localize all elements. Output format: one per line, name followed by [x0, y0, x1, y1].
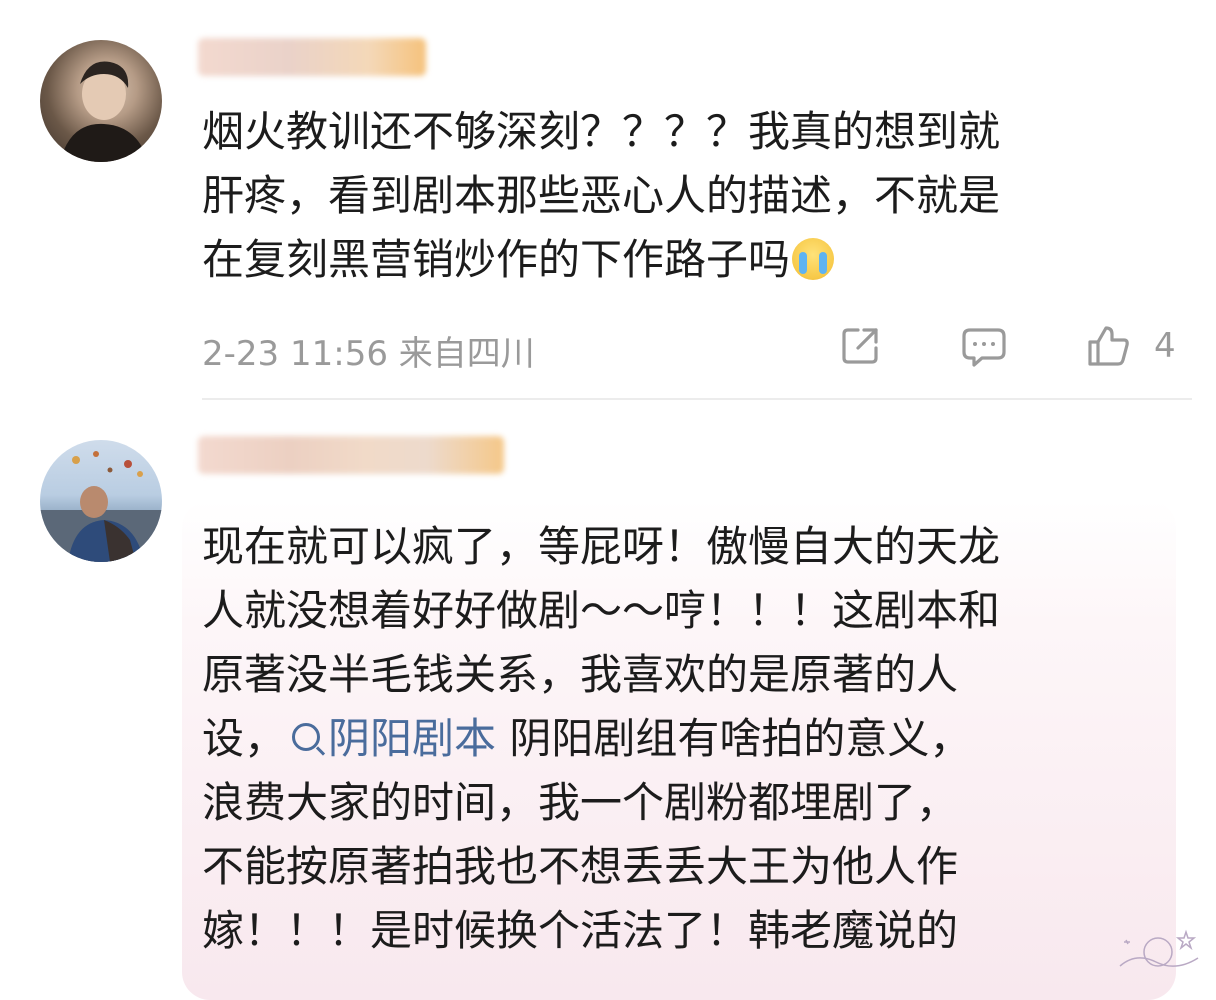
- search-link-label: 阴阳剧本: [328, 714, 497, 763]
- doodle-sticker-icon: [1119, 929, 1199, 967]
- comment-line: 嫁！！！是时候换个活法了！韩老魔说的: [202, 906, 959, 955]
- comment-line: 肝疼，看到剧本那些恶心人的描述，不就是: [202, 171, 1001, 220]
- username-blurred[interactable]: [198, 436, 504, 474]
- comment-line: 人就没想着好好做剧～～哼！！！这剧本和: [202, 586, 1001, 635]
- comment-meta-row: 2-23 11:56 来自四川 4: [202, 318, 1182, 374]
- crying-face-icon: [792, 238, 835, 280]
- comment-line: 在复刻黑营销炒作的下作路子吗: [202, 235, 791, 284]
- comment-body: 现在就可以疯了，等屁呀！傲慢自大的天龙 人就没想着好好做剧～～哼！！！这剧本和 …: [202, 515, 1152, 963]
- search-icon: [292, 723, 321, 751]
- comment-body: 烟火教训还不够深刻？？？？我真的想到就 肝疼，看到剧本那些恶心人的描述，不就是 …: [202, 100, 1152, 292]
- timestamp: 2-23 11:56: [202, 334, 388, 374]
- search-topic-link[interactable]: 阴阳剧本: [286, 714, 496, 763]
- avatar[interactable]: [40, 440, 162, 562]
- comment-icon[interactable]: [960, 322, 1008, 370]
- comment-line: 阴阳剧组有啥拍的意义，: [509, 714, 972, 763]
- username-blurred[interactable]: [198, 38, 426, 76]
- location: 来自四川: [398, 334, 535, 374]
- comment-line: 现在就可以疯了，等屁呀！傲慢自大的天龙: [202, 522, 1001, 571]
- comment-line: 原著没半毛钱关系，我喜欢的是原著的人: [202, 650, 959, 699]
- comment-line: 浪费大家的时间，我一个剧粉都埋剧了，: [202, 778, 959, 827]
- comment-line: 不能按原著拍我也不想丢丢大王为他人作: [202, 842, 959, 891]
- like-icon[interactable]: [1084, 322, 1132, 370]
- comment-line: 烟火教训还不够深刻？？？？我真的想到就: [202, 107, 1001, 156]
- comment-line: 设，: [202, 714, 287, 763]
- like-count: 4: [1154, 326, 1176, 366]
- comment-meta: 2-23 11:56 来自四川: [202, 326, 535, 375]
- share-icon[interactable]: [836, 322, 884, 370]
- divider: [202, 398, 1192, 400]
- avatar[interactable]: [40, 40, 162, 162]
